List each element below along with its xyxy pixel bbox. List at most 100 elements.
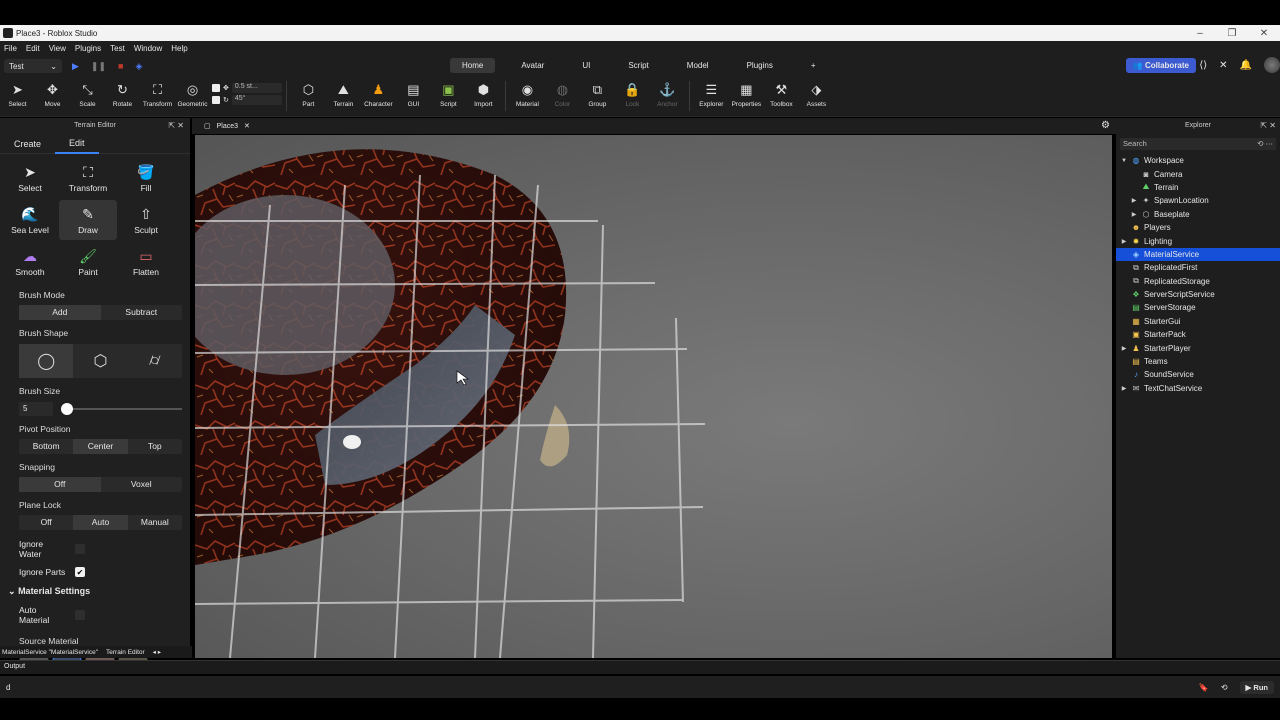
command-input[interactable]: d <box>6 683 10 692</box>
chevron-down-icon[interactable]: ▼ <box>1120 158 1128 164</box>
menu-window[interactable]: Window <box>134 44 162 53</box>
terrain-tool-select[interactable]: ➤ Select <box>1 158 59 198</box>
tool-script[interactable]: ▣ Script <box>431 77 466 115</box>
terrain-tool-transform[interactable]: ⛶ Transform <box>59 158 117 198</box>
client-server-icon[interactable]: ◈ <box>135 61 142 72</box>
explorer-item-serverstorage[interactable]: ▤ ServerStorage <box>1116 301 1280 314</box>
tab-home[interactable]: Home <box>450 58 496 73</box>
rotate-snap-input[interactable]: 45° <box>231 95 282 105</box>
explorer-item-serverscriptservice[interactable]: ❖ ServerScriptService <box>1116 288 1280 301</box>
explorer-item-spawnlocation[interactable]: ▶ ✦ SpawnLocation <box>1116 194 1280 207</box>
explorer-item-starterplayer[interactable]: ▶ ♟ StarterPlayer <box>1116 341 1280 354</box>
tools-icon[interactable]: ✕ <box>1219 60 1227 71</box>
collaborate-button[interactable]: 👥 Collaborate <box>1125 58 1196 73</box>
tab-add[interactable]: + <box>799 58 828 73</box>
close-icon[interactable]: ✕ <box>177 121 184 130</box>
chevron-right-icon[interactable]: ▶ <box>1120 345 1128 352</box>
ignore-water-checkbox[interactable] <box>75 544 85 554</box>
tool-geometric[interactable]: ◎ Geometric <box>175 77 210 115</box>
history-icon[interactable]: ⟲ <box>1221 683 1228 692</box>
brush-shape-cylinder[interactable]: ⌭ <box>128 344 182 378</box>
tool-color[interactable]: ◍ Color <box>545 77 580 115</box>
menu-plugins[interactable]: Plugins <box>75 44 101 53</box>
explorer-item-materialservice[interactable]: ◈ MaterialService <box>1116 247 1280 262</box>
tab-material-service[interactable]: MaterialService "MaterialService" <box>2 649 98 656</box>
terrain-tool-flatten[interactable]: ▭ Flatten <box>117 242 175 282</box>
undock-icon[interactable]: ⇱ <box>168 121 175 130</box>
brush-mode-subtract[interactable]: Subtract <box>101 305 183 320</box>
menu-test[interactable]: Test <box>110 44 125 53</box>
tab-create[interactable]: Create <box>0 135 55 153</box>
restore-icon[interactable]: ❐ <box>1216 28 1248 39</box>
menu-edit[interactable]: Edit <box>26 44 40 53</box>
tool-transform[interactable]: ⛶ Transform <box>140 77 175 115</box>
rotate-snap-checkbox[interactable] <box>212 96 220 104</box>
terrain-tool-paint[interactable]: 🖌 Paint <box>59 242 117 282</box>
stop-icon[interactable]: ■ <box>118 61 123 72</box>
tool-lock[interactable]: 🔒 Lock <box>615 77 650 115</box>
chevron-right-icon[interactable]: ▶ <box>1130 211 1138 218</box>
plane-lock-manual[interactable]: Manual <box>128 515 182 530</box>
tab-avatar[interactable]: Avatar <box>509 58 556 73</box>
tab-edit[interactable]: Edit <box>55 134 99 154</box>
brush-size-input[interactable]: 5 <box>19 402 53 416</box>
tool-terrain[interactable]: ⛰ Terrain <box>326 77 361 115</box>
snapping-voxel[interactable]: Voxel <box>101 477 183 492</box>
pivot-bottom[interactable]: Bottom <box>19 439 73 454</box>
document-tab[interactable]: ▢ Place3 ✕ <box>200 120 254 132</box>
menu-view[interactable]: View <box>49 44 66 53</box>
close-icon[interactable]: ✕ <box>244 122 250 130</box>
terrain-tool-smooth[interactable]: ☁ Smooth <box>1 242 59 282</box>
explorer-item-lighting[interactable]: ▶ ✹ Lighting <box>1116 234 1280 247</box>
material-settings-header[interactable]: ⌄ Material Settings <box>0 580 190 600</box>
chevron-right-icon[interactable]: ▶ <box>1120 238 1128 245</box>
gear-icon[interactable]: ⚙ <box>1101 120 1110 131</box>
tab-plugins[interactable]: Plugins <box>735 58 785 73</box>
explorer-search-input[interactable]: Search ⟲ ⋯ <box>1120 138 1276 150</box>
explorer-item-players[interactable]: ☻ Players <box>1116 221 1280 234</box>
explorer-item-teams[interactable]: ▤ Teams <box>1116 355 1280 368</box>
pivot-center[interactable]: Center <box>73 439 128 454</box>
chevron-right-icon[interactable]: ▶ <box>1130 197 1138 204</box>
chevron-right-icon[interactable]: ▶ <box>1120 385 1128 392</box>
share-icon[interactable]: ⟨⟩ <box>1199 60 1207 71</box>
explorer-item-baseplate[interactable]: ▶ ⬡ Baseplate <box>1116 208 1280 221</box>
tool-assets[interactable]: ⬗ Assets <box>799 77 834 115</box>
explorer-item-terrain[interactable]: ⛰ Terrain <box>1116 181 1280 194</box>
mode-select[interactable]: Test ⌄ <box>4 59 62 73</box>
bookmark-icon[interactable]: 🔖 <box>1199 683 1209 692</box>
brush-shape-cube[interactable]: ⬡ <box>73 344 127 378</box>
tool-scale[interactable]: ⤡ Scale <box>70 77 105 115</box>
tool-explorer[interactable]: ☰ Explorer <box>694 77 729 115</box>
terrain-tool-fill[interactable]: 🪣 Fill <box>117 158 175 198</box>
tool-gui[interactable]: ▤ GUI <box>396 77 431 115</box>
tool-toolbox[interactable]: ⚒ Toolbox <box>764 77 799 115</box>
tool-character[interactable]: ♟ Character <box>361 77 396 115</box>
explorer-item-workspace[interactable]: ▼ ◍ Workspace <box>1116 154 1280 167</box>
explorer-item-soundservice[interactable]: ♪ SoundService <box>1116 368 1280 381</box>
explorer-item-camera[interactable]: ◙ Camera <box>1116 167 1280 180</box>
undock-icon[interactable]: ⇱ <box>1260 121 1267 130</box>
brush-shape-sphere[interactable]: ◯ <box>19 344 74 378</box>
tab-script[interactable]: Script <box>616 58 660 73</box>
output-panel-header[interactable]: Output <box>0 660 1280 674</box>
move-snap-checkbox[interactable] <box>212 84 220 92</box>
plane-lock-off[interactable]: Off <box>19 515 73 530</box>
tab-model[interactable]: Model <box>675 58 721 73</box>
plane-lock-auto[interactable]: Auto <box>73 515 128 530</box>
tool-material[interactable]: ◉ Material <box>510 77 545 115</box>
terrain-tool-draw[interactable]: ✎ Draw <box>59 200 117 240</box>
menu-file[interactable]: File <box>4 44 17 53</box>
terrain-tool-sea-level[interactable]: 🌊 Sea Level <box>1 200 59 240</box>
close-icon[interactable]: ✕ <box>1248 28 1280 39</box>
tool-move[interactable]: ✥ Move <box>35 77 70 115</box>
move-snap-input[interactable]: 0.5 st... <box>231 83 282 93</box>
tool-select[interactable]: ➤ Select <box>0 77 35 115</box>
tab-ui[interactable]: UI <box>570 58 602 73</box>
terrain-tool-sculpt[interactable]: ⇧ Sculpt <box>117 200 175 240</box>
play-icon[interactable]: ▶ <box>72 61 79 72</box>
tool-rotate[interactable]: ↻ Rotate <box>105 77 140 115</box>
explorer-item-replicatedstorage[interactable]: ⧉ ReplicatedStorage <box>1116 275 1280 288</box>
pivot-top[interactable]: Top <box>128 439 182 454</box>
explorer-item-starterpack[interactable]: ▣ StarterPack <box>1116 328 1280 341</box>
